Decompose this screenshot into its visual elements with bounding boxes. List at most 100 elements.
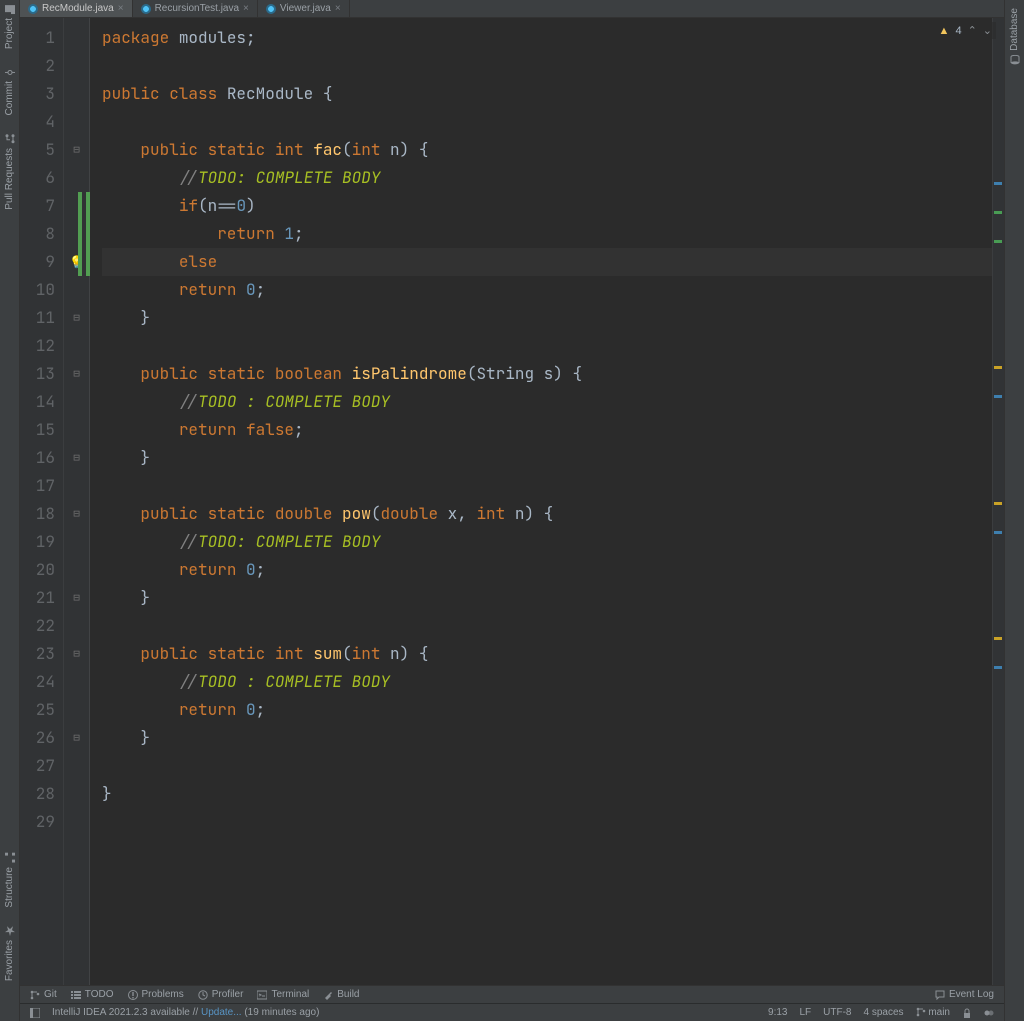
line-number[interactable]: 7 [20,192,55,220]
tool-database[interactable]: Database [1009,8,1020,65]
line-number[interactable]: 20 [20,556,55,584]
error-stripe[interactable] [992,18,1004,985]
code-line[interactable] [102,108,992,136]
code-line[interactable]: //TODO: COMPLETE BODY [102,528,992,556]
ide-status-icon[interactable] [984,1008,994,1018]
fold-toggle-icon[interactable]: ⊟ [73,136,80,164]
line-number[interactable]: 24 [20,668,55,696]
line-number[interactable]: 19 [20,528,55,556]
code-line[interactable]: } [102,584,992,612]
code-line[interactable] [102,752,992,780]
code-line[interactable]: public static double pow(double x, int n… [102,500,992,528]
line-number[interactable]: 23 [20,640,55,668]
code-line[interactable]: return 0; [102,696,992,724]
stripe-marker[interactable] [994,395,1002,398]
code-line[interactable]: if(n==0) [102,192,992,220]
fold-toggle-icon[interactable]: ⊟ [73,584,80,612]
line-number[interactable]: 6 [20,164,55,192]
line-number[interactable]: 28 [20,780,55,808]
editor-tab[interactable]: Viewer.java× [258,0,350,17]
line-number-gutter[interactable]: 1234567891011121314151617181920212223242… [20,18,64,985]
code-line[interactable]: public static int sum(int n) { [102,640,992,668]
code-line[interactable]: return 0; [102,276,992,304]
code-line[interactable] [102,332,992,360]
line-number[interactable]: 10 [20,276,55,304]
code-line[interactable] [102,52,992,80]
code-line[interactable]: } [102,304,992,332]
code-line[interactable] [102,472,992,500]
code-line[interactable]: } [102,444,992,472]
tool-git[interactable]: Git [30,989,57,1000]
line-number[interactable]: 8 [20,220,55,248]
tool-structure[interactable]: Structure [4,853,15,908]
line-number[interactable]: 18 [20,500,55,528]
tool-problems[interactable]: Problems [128,989,184,1000]
line-number[interactable]: 27 [20,752,55,780]
line-number[interactable]: 26 [20,724,55,752]
code-line[interactable]: //TODO : COMPLETE BODY [102,668,992,696]
fold-toggle-icon[interactable]: ⊟ [73,304,80,332]
code-line[interactable]: package modules; [102,24,992,52]
tool-pull-requests[interactable]: Pull Requests [4,134,15,210]
stripe-marker[interactable] [994,182,1002,185]
stripe-marker[interactable] [994,666,1002,669]
gutter-marks[interactable]: ⊟💡⊟⊟⊟⊟⊟⊟⊟ [64,18,90,985]
stripe-marker[interactable] [994,240,1002,243]
fold-toggle-icon[interactable]: ⊟ [73,360,80,388]
line-number[interactable]: 4 [20,108,55,136]
line-number[interactable]: 12 [20,332,55,360]
status-indent[interactable]: 4 spaces [864,1007,904,1018]
fold-toggle-icon[interactable]: ⊟ [73,444,80,472]
line-number[interactable]: 21 [20,584,55,612]
code-line[interactable]: } [102,724,992,752]
line-number[interactable]: 1 [20,24,55,52]
tool-favorites[interactable]: Favorites [4,926,15,981]
line-number[interactable]: 3 [20,80,55,108]
lock-icon[interactable] [962,1008,972,1018]
status-line-sep[interactable]: LF [799,1007,811,1018]
tool-build[interactable]: Build [323,989,359,1000]
tool-event-log[interactable]: Event Log [935,989,994,1000]
line-number[interactable]: 13 [20,360,55,388]
editor[interactable]: 1234567891011121314151617181920212223242… [20,18,1004,985]
editor-tab[interactable]: RecursionTest.java× [133,0,258,17]
fold-toggle-icon[interactable]: ⊟ [73,500,80,528]
code-line[interactable] [102,808,992,836]
status-branch[interactable]: main [916,1007,950,1018]
tool-window-toggle-icon[interactable] [30,1008,40,1018]
line-number[interactable]: 22 [20,612,55,640]
inspection-summary[interactable]: ▲ 4 ⌃ ⌄ [935,22,996,39]
line-number[interactable]: 11 [20,304,55,332]
stripe-marker[interactable] [994,502,1002,505]
chevron-down-icon[interactable]: ⌄ [983,24,992,37]
code-line[interactable] [102,612,992,640]
code-line[interactable]: public static int fac(int n) { [102,136,992,164]
tool-project[interactable]: Project [4,4,15,49]
status-update-link[interactable]: Update... [201,1007,242,1018]
code-line[interactable]: return 0; [102,556,992,584]
line-number[interactable]: 9 [20,248,55,276]
code-area[interactable]: package modules;public class RecModule {… [90,18,992,985]
tool-terminal[interactable]: Terminal [257,989,309,1000]
stripe-marker[interactable] [994,211,1002,214]
code-line[interactable]: else [102,248,992,276]
code-line[interactable]: return false; [102,416,992,444]
line-number[interactable]: 25 [20,696,55,724]
tool-profiler[interactable]: Profiler [198,989,244,1000]
line-number[interactable]: 14 [20,388,55,416]
stripe-marker[interactable] [994,531,1002,534]
status-cursor[interactable]: 9:13 [768,1007,787,1018]
fold-toggle-icon[interactable]: ⊟ [73,640,80,668]
chevron-up-icon[interactable]: ⌃ [968,24,977,37]
line-number[interactable]: 2 [20,52,55,80]
line-number[interactable]: 15 [20,416,55,444]
tool-commit[interactable]: Commit [4,67,15,115]
line-number[interactable]: 17 [20,472,55,500]
code-line[interactable]: public static boolean isPalindrome(Strin… [102,360,992,388]
stripe-marker[interactable] [994,637,1002,640]
stripe-marker[interactable] [994,366,1002,369]
code-line[interactable]: return 1; [102,220,992,248]
line-number[interactable]: 29 [20,808,55,836]
tool-todo[interactable]: TODO [71,989,114,1000]
close-icon[interactable]: × [243,3,249,14]
